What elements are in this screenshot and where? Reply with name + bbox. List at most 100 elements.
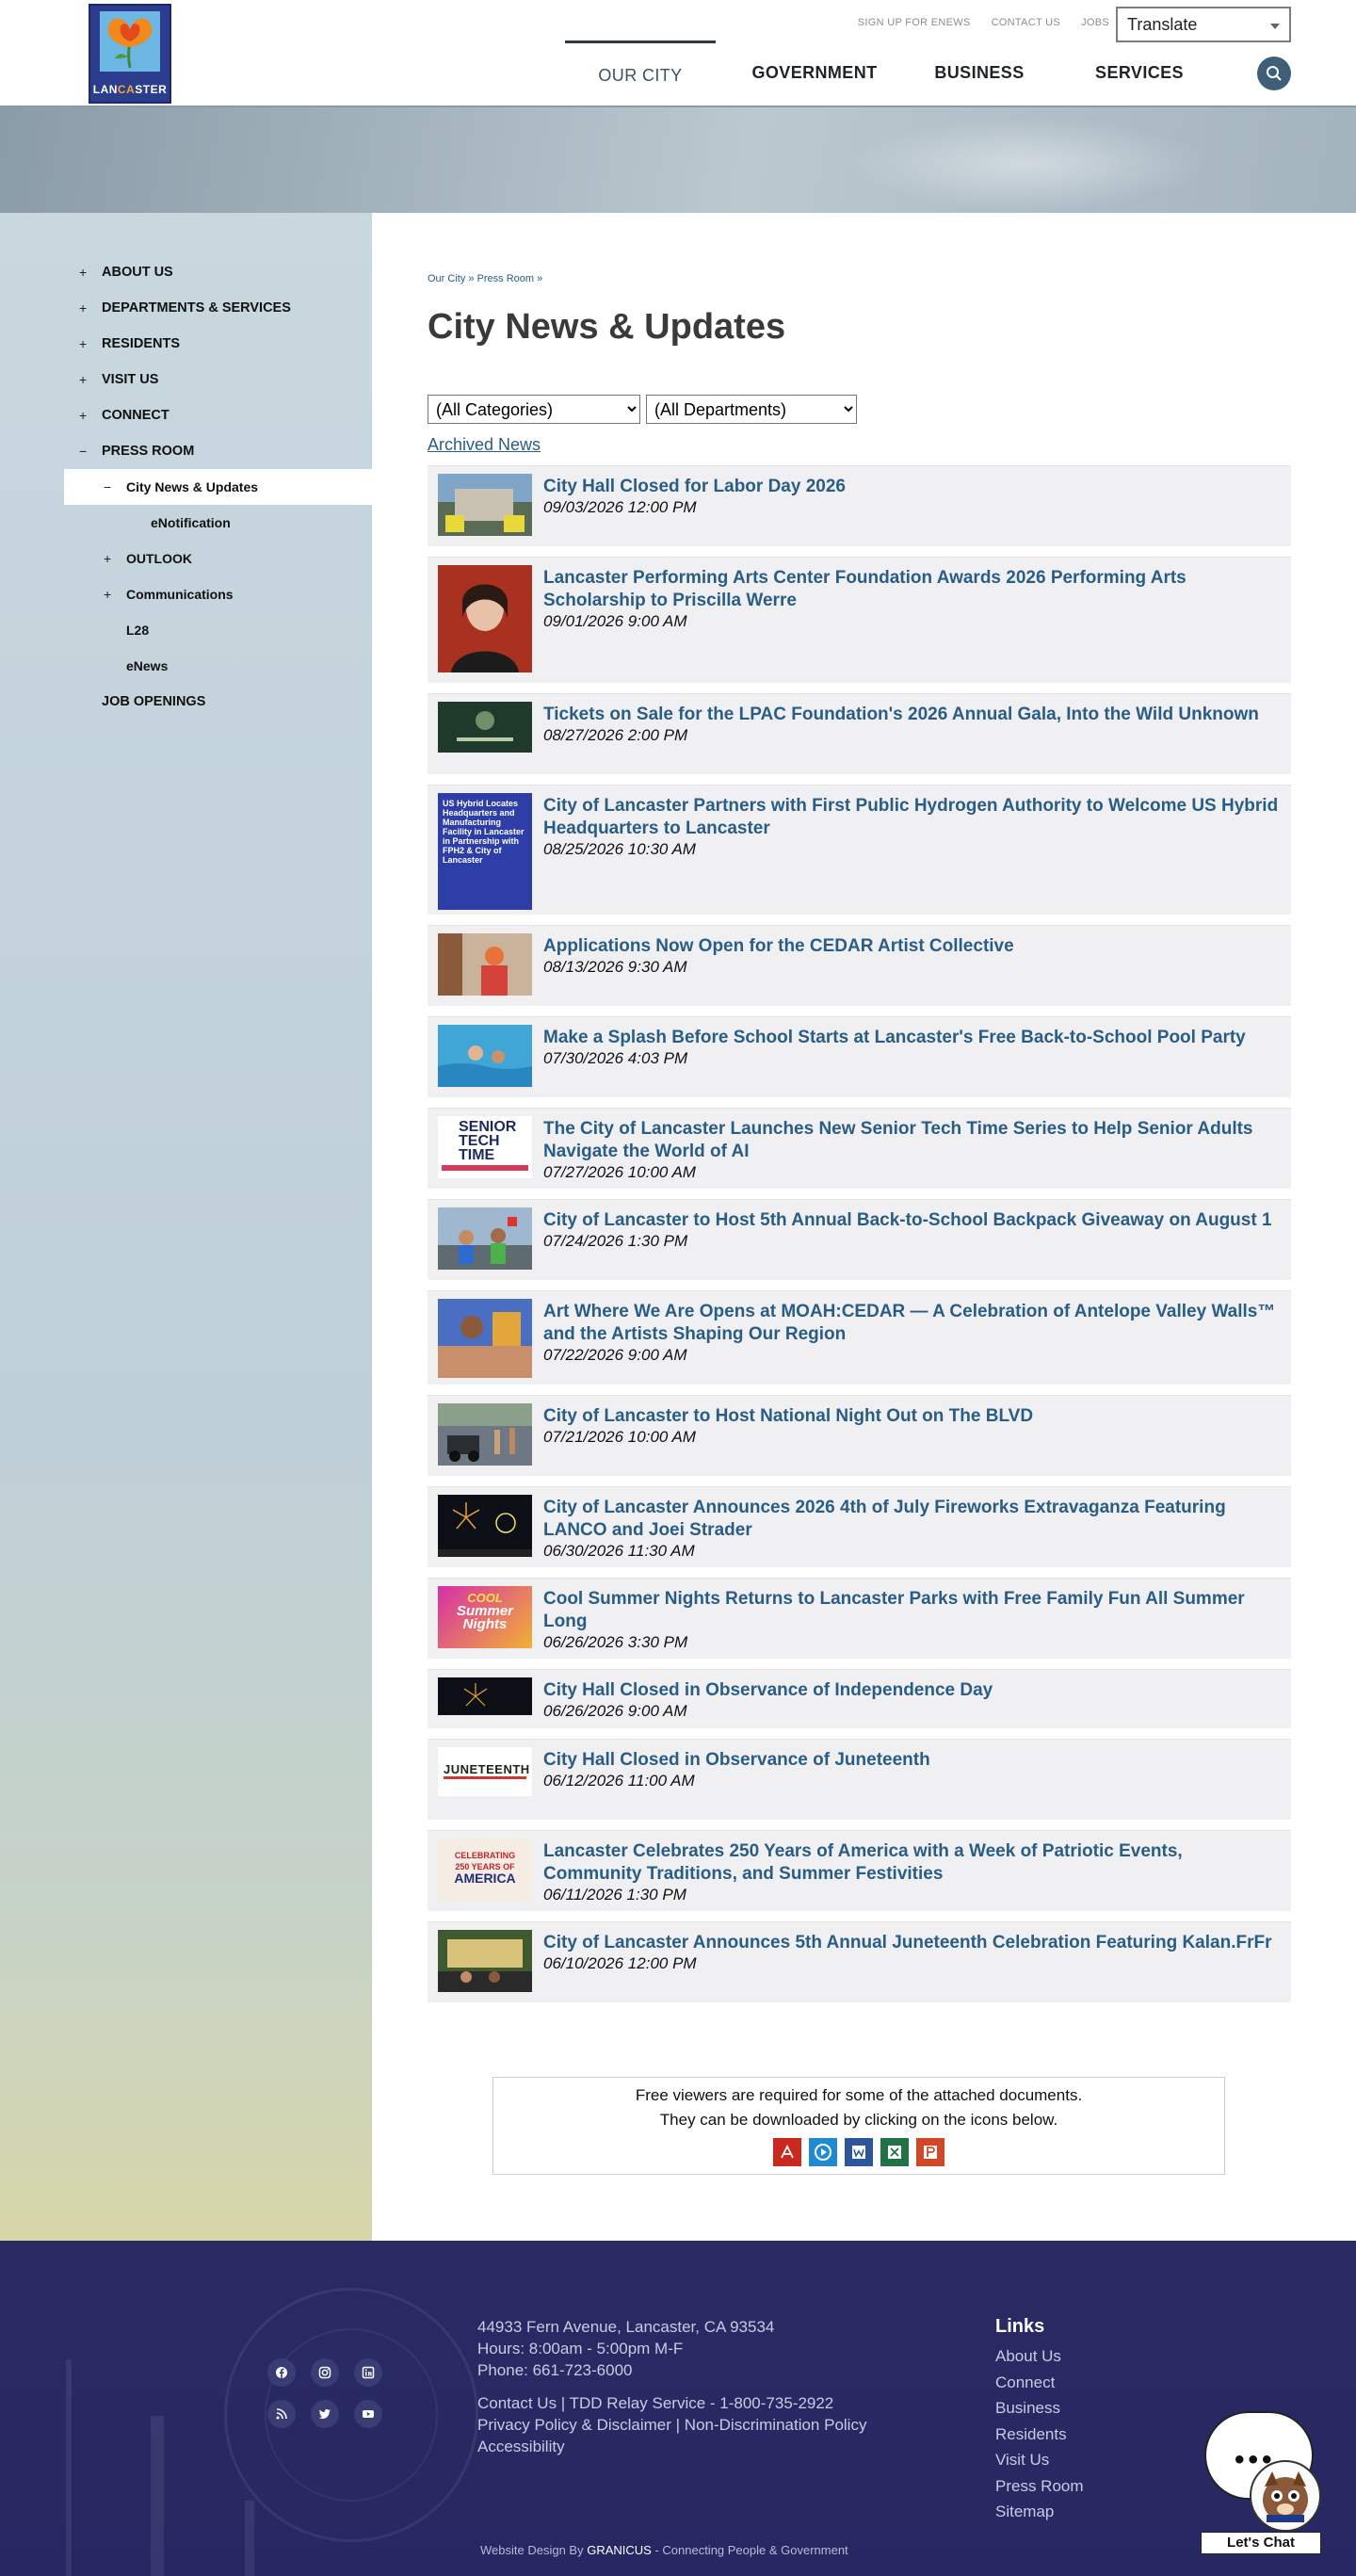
footer-contact-link[interactable]: Contact Us | TDD Relay Service - 1-800-7… <box>477 2392 866 2414</box>
pdf-viewer-icon[interactable] <box>773 2138 801 2166</box>
footer-link-about-us[interactable]: About Us <box>995 2343 1084 2370</box>
archived-news-link[interactable]: Archived News <box>428 435 541 455</box>
nav-government[interactable]: GOVERNMENT <box>744 41 885 95</box>
news-thumbnail[interactable]: COOL Summer Nights <box>438 1586 532 1648</box>
footer-link-business[interactable]: Business <box>995 2395 1084 2422</box>
rss-icon[interactable] <box>267 2400 296 2428</box>
youtube-icon[interactable] <box>354 2400 382 2428</box>
sidebar-item-about-us[interactable]: + ABOUT US <box>64 254 372 290</box>
powerpoint-viewer-icon[interactable] <box>916 2138 944 2166</box>
news-title-link[interactable]: City Hall Closed for Labor Day 2026 <box>543 476 1280 498</box>
chat-widget[interactable]: ••• Let's Chat <box>1201 2411 1342 2554</box>
news-title-link[interactable]: City of Lancaster Announces 2026 4th of … <box>543 1497 1280 1542</box>
footer-privacy-link[interactable]: Privacy Policy & Disclaimer | Non-Discri… <box>477 2414 866 2436</box>
translate-dropdown[interactable]: Translate <box>1116 7 1291 42</box>
news-thumbnail[interactable] <box>438 1495 532 1557</box>
news-thumbnail[interactable] <box>438 702 532 753</box>
expand-icon[interactable]: + <box>79 372 87 387</box>
excel-viewer-icon[interactable] <box>880 2138 909 2166</box>
sidebar-item-communications[interactable]: + Communications <box>64 576 372 612</box>
footer-link-press-room[interactable]: Press Room <box>995 2473 1084 2500</box>
footer-accessibility-link[interactable]: Accessibility <box>477 2436 866 2457</box>
news-title-link[interactable]: City of Lancaster to Host 5th Annual Bac… <box>543 1209 1280 1232</box>
sidebar-item-l28[interactable]: L28 <box>64 612 372 648</box>
news-thumbnail[interactable] <box>438 1299 532 1378</box>
sidebar-item-city-news[interactable]: − City News & Updates <box>64 469 372 505</box>
nav-services[interactable]: SERVICES <box>1083 41 1196 95</box>
media-player-icon[interactable] <box>809 2138 837 2166</box>
news-thumbnail[interactable] <box>438 1403 532 1466</box>
news-thumbnail[interactable] <box>438 474 532 536</box>
twitter-icon[interactable] <box>311 2400 339 2428</box>
sidebar-item-press-room[interactable]: − PRESS ROOM <box>64 433 372 469</box>
expand-icon[interactable]: + <box>79 336 87 351</box>
sidebar-item-enotification[interactable]: eNotification <box>64 505 372 541</box>
sidebar-item-job-openings[interactable]: JOB OPENINGS <box>64 684 372 720</box>
footer-link-connect[interactable]: Connect <box>995 2370 1084 2396</box>
news-title-link[interactable]: Applications Now Open for the CEDAR Arti… <box>543 935 1280 958</box>
news-title-link[interactable]: Cool Summer Nights Returns to Lancaster … <box>543 1588 1280 1633</box>
sidebar-item-residents[interactable]: + RESIDENTS <box>64 326 372 362</box>
sidebar-item-visit-us[interactable]: + VISIT US <box>64 362 372 397</box>
news-date: 07/22/2026 9:00 AM <box>543 1346 687 1364</box>
news-thumbnail[interactable]: JUNETEENTH <box>438 1747 532 1796</box>
sidebar-item-outlook[interactable]: + OUTLOOK <box>64 541 372 576</box>
news-title-link[interactable]: Make a Splash Before School Starts at La… <box>543 1027 1280 1049</box>
news-title-link[interactable]: The City of Lancaster Launches New Senio… <box>543 1118 1280 1163</box>
news-thumbnail[interactable] <box>438 565 532 672</box>
search-button[interactable] <box>1257 57 1291 90</box>
news-title-link[interactable]: Lancaster Celebrates 250 Years of Americ… <box>543 1840 1280 1886</box>
footer-link-visit-us[interactable]: Visit Us <box>995 2447 1084 2473</box>
lancaster-logo[interactable]: LANCASTER <box>89 4 171 104</box>
chat-mascot-icon <box>1250 2460 1321 2532</box>
sidebar-item-departments[interactable]: + DEPARTMENTS & SERVICES <box>64 290 372 326</box>
facebook-icon[interactable] <box>267 2358 296 2387</box>
news-thumbnail[interactable] <box>438 1207 532 1270</box>
signup-enews-link[interactable]: SIGN UP FOR ENEWS <box>858 17 971 28</box>
news-thumbnail[interactable] <box>438 1930 532 1992</box>
word-viewer-icon[interactable] <box>845 2138 873 2166</box>
contact-us-link[interactable]: CONTACT US <box>992 17 1061 28</box>
news-title-link[interactable]: City Hall Closed in Observance of Indepe… <box>543 1679 1280 1702</box>
news-thumbnail[interactable]: CELEBRATING 250 YEARS OF AMERICA <box>438 1839 532 1901</box>
expand-icon[interactable]: + <box>79 300 87 316</box>
news-title-link[interactable]: City of Lancaster to Host National Night… <box>543 1405 1280 1428</box>
granicus-link[interactable]: GRANICUS <box>587 2543 652 2557</box>
breadcrumb[interactable]: Our City » Press Room » <box>428 273 542 284</box>
news-title-link[interactable]: City of Lancaster Announces 5th Annual J… <box>543 1932 1280 1954</box>
news-title-link[interactable]: City of Lancaster Partners with First Pu… <box>543 795 1280 840</box>
sidebar-item-label: PRESS ROOM <box>102 444 195 459</box>
news-title-link[interactable]: City Hall Closed in Observance of Junete… <box>543 1749 1280 1772</box>
news-thumbnail[interactable]: US Hybrid Locates Headquarters and Manuf… <box>438 793 532 910</box>
news-title-link[interactable]: Tickets on Sale for the LPAC Foundation'… <box>543 704 1280 726</box>
sidebar-item-connect[interactable]: + CONNECT <box>64 397 372 433</box>
news-item: JUNETEENTH City Hall Closed in Observanc… <box>428 1739 1291 1820</box>
category-select[interactable]: (All Categories) <box>428 395 640 424</box>
nav-our-city[interactable]: OUR CITY <box>565 41 716 95</box>
juneteenth-celebration-photo-icon <box>438 1930 532 1992</box>
nav-business[interactable]: BUSINESS <box>923 41 1036 95</box>
collapse-icon[interactable]: − <box>79 444 87 459</box>
rocket-decoration <box>151 2416 164 2576</box>
news-item: US Hybrid Locates Headquarters and Manuf… <box>428 785 1291 915</box>
america-250-line-3: AMERICA <box>454 1871 516 1886</box>
news-title-link[interactable]: Art Where We Are Opens at MOAH:CEDAR — A… <box>543 1301 1280 1346</box>
news-title-link[interactable]: Lancaster Performing Arts Center Foundat… <box>543 567 1280 612</box>
expand-icon[interactable]: + <box>79 265 87 280</box>
footer-link-residents[interactable]: Residents <box>995 2422 1084 2448</box>
jobs-link[interactable]: JOBS <box>1081 17 1109 28</box>
news-thumbnail[interactable]: SENIOR TECH TIME <box>438 1116 532 1178</box>
news-thumbnail[interactable] <box>438 1677 532 1715</box>
expand-icon[interactable]: + <box>104 551 111 566</box>
news-thumbnail[interactable] <box>438 1025 532 1087</box>
sidebar-item-enews[interactable]: eNews <box>64 648 372 684</box>
news-thumbnail[interactable] <box>438 933 532 996</box>
expand-icon[interactable]: + <box>79 408 87 423</box>
department-select[interactable]: (All Departments) <box>646 395 857 424</box>
expand-icon[interactable]: + <box>104 587 111 602</box>
linkedin-icon[interactable] <box>354 2358 382 2387</box>
mascot-face-icon <box>1263 2471 1308 2522</box>
instagram-icon[interactable] <box>311 2358 339 2387</box>
collapse-icon[interactable]: − <box>104 479 111 494</box>
footer-link-sitemap[interactable]: Sitemap <box>995 2499 1084 2525</box>
